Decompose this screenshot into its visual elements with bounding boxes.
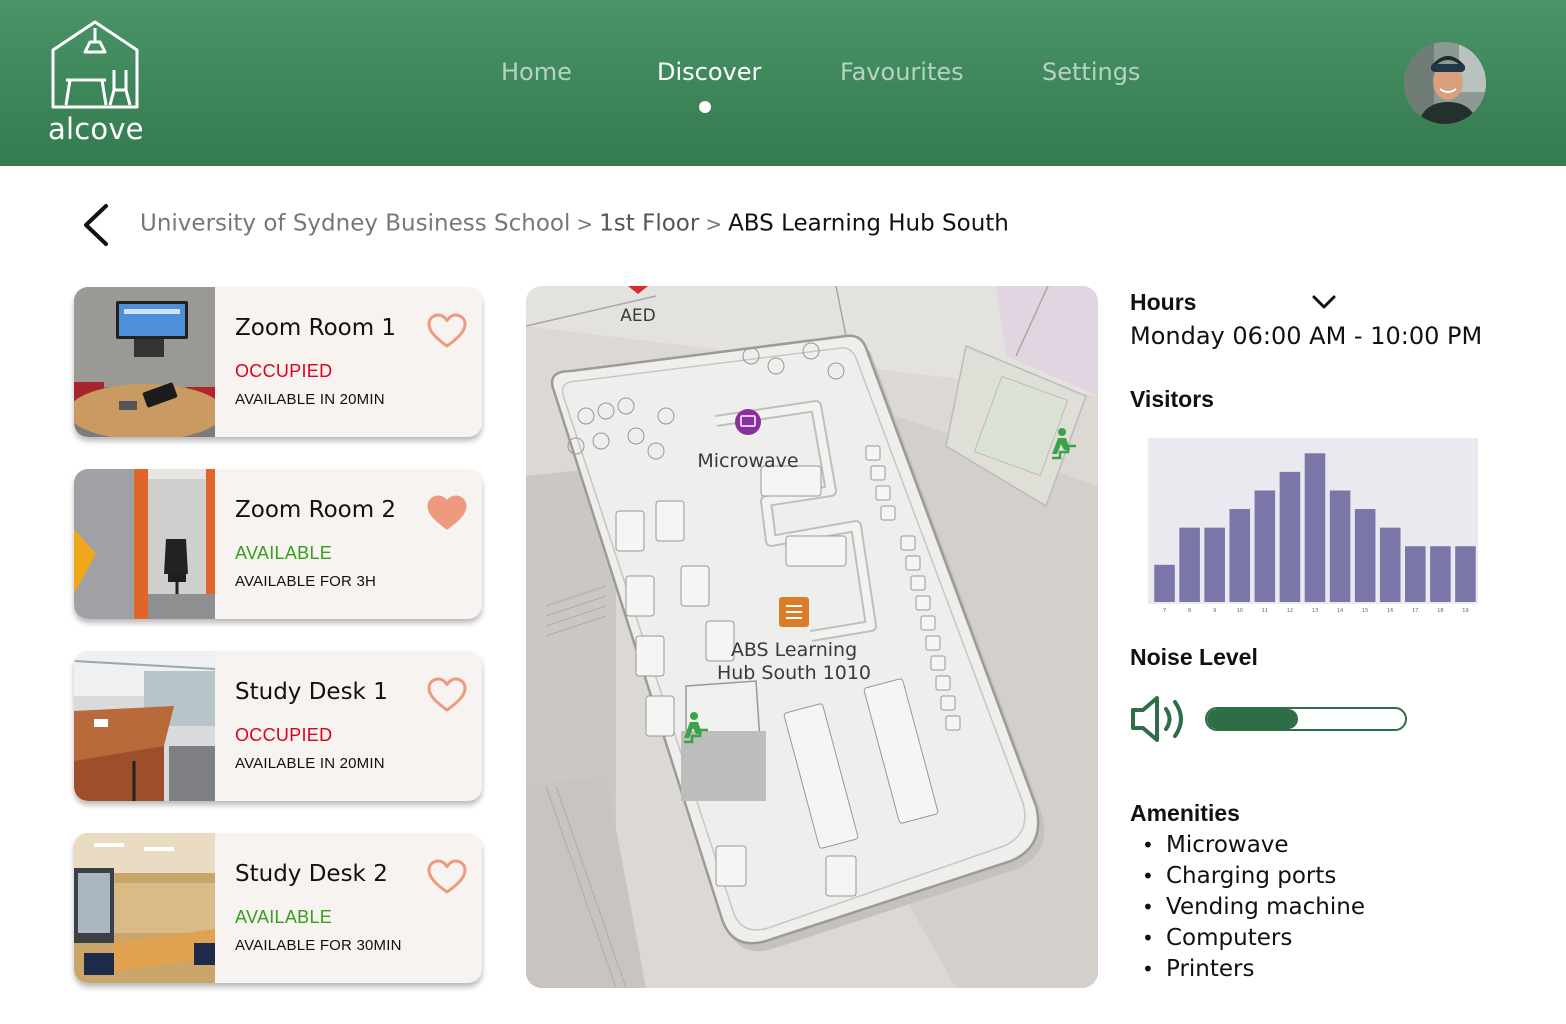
app-name: alcove — [48, 112, 144, 146]
chart-x-tick: 16 — [1387, 608, 1393, 614]
chart-bar — [1279, 471, 1301, 602]
favourite-heart-filled-icon[interactable] — [427, 495, 467, 531]
space-title: Zoom Room 2 — [235, 497, 397, 523]
nav-discover[interactable]: Discover — [657, 58, 761, 86]
space-title: Study Desk 2 — [235, 861, 388, 887]
chart-x-tick: 12 — [1287, 608, 1293, 614]
map-label-aed: AED — [620, 306, 655, 326]
breadcrumb-building[interactable]: University of Sydney Business School — [140, 211, 570, 237]
chart-bar — [1430, 546, 1451, 602]
chart-x-tick: 13 — [1312, 608, 1318, 614]
chart-bar — [1254, 490, 1276, 602]
space-title: Zoom Room 1 — [235, 315, 397, 341]
map-label-hub-line2: Hub South 1010 — [717, 662, 871, 684]
space-status: OCCUPIED — [235, 725, 333, 745]
nav-settings[interactable]: Settings — [1042, 58, 1140, 86]
space-photo — [74, 651, 215, 801]
space-card-study-desk-1[interactable]: Study Desk 1 OCCUPIED AVAILABLE IN 20MIN — [74, 651, 482, 801]
space-availability: AVAILABLE FOR 30MIN — [235, 937, 402, 954]
amenity-item: Microwave — [1142, 830, 1365, 861]
space-card-study-desk-2[interactable]: Study Desk 2 AVAILABLE AVAILABLE FOR 30M… — [74, 833, 482, 983]
favourite-heart-icon[interactable] — [427, 677, 467, 713]
house-desk-icon — [51, 20, 139, 109]
space-status: AVAILABLE — [235, 907, 333, 927]
nav-home[interactable]: Home — [501, 58, 572, 86]
chart-bar — [1304, 453, 1326, 602]
breadcrumb-current: ABS Learning Hub South — [728, 210, 1009, 237]
space-availability: AVAILABLE FOR 3H — [235, 573, 377, 590]
amenity-item: Vending machine — [1142, 892, 1365, 923]
chart-x-tick: 7 — [1163, 608, 1166, 614]
chart-bar — [1405, 546, 1426, 602]
favourite-heart-icon[interactable] — [427, 313, 467, 349]
space-status: OCCUPIED — [235, 361, 333, 381]
chart-x-tick: 15 — [1362, 608, 1368, 614]
chevron-down-icon — [1312, 295, 1336, 309]
favourite-heart-icon[interactable] — [427, 859, 467, 895]
noise-level-fill — [1207, 709, 1299, 729]
map-label-hub-line1: ABS Learning — [731, 639, 857, 661]
space-photo — [74, 833, 215, 983]
chart-bar — [1455, 546, 1476, 602]
amenity-item: Printers — [1142, 954, 1365, 985]
visitors-bar-chart: 7 8 9 10 11 12 13 14 15 16 17 18 19 — [1148, 438, 1478, 614]
chart-bar — [1204, 527, 1225, 602]
space-card-zoom-room-2[interactable]: Zoom Room 2 AVAILABLE AVAILABLE FOR 3H — [74, 469, 482, 619]
back-button[interactable] — [78, 200, 118, 250]
chart-x-tick: 9 — [1213, 608, 1216, 614]
amenity-item: Computers — [1142, 923, 1365, 954]
chart-bar — [1379, 527, 1401, 602]
chart-x-tick: 19 — [1462, 608, 1468, 614]
speaker-icon — [1130, 694, 1192, 744]
chart-x-tick: 17 — [1412, 608, 1418, 614]
chevron-left-icon — [84, 204, 108, 246]
amenities-list: Microwave Charging ports Vending machine… — [1142, 830, 1365, 985]
space-title: Study Desk 1 — [235, 679, 388, 705]
visitors-chart: 7 8 9 10 11 12 13 14 15 16 17 18 19 — [1138, 436, 1480, 616]
hours-heading: Hours — [1130, 289, 1197, 315]
visitors-heading: Visitors — [1130, 386, 1214, 412]
chart-bar — [1154, 564, 1175, 602]
chart-bar — [1229, 509, 1251, 602]
hours-dropdown-toggle[interactable] — [1310, 290, 1338, 314]
noise-level-bar — [1205, 707, 1407, 731]
space-photo — [74, 287, 215, 437]
breadcrumb-floor[interactable]: 1st Floor — [599, 211, 699, 237]
chart-bar — [1354, 509, 1376, 602]
app-header: alcove Home Discover Favourites Settings — [0, 0, 1566, 166]
amenity-item: Charging ports — [1142, 861, 1365, 892]
chart-x-tick: 10 — [1237, 608, 1243, 614]
amenities-heading: Amenities — [1130, 800, 1240, 826]
floor-map[interactable]: AED Microwave ABS Learning Hub South 101… — [526, 286, 1098, 988]
chart-x-tick: 11 — [1262, 608, 1268, 614]
space-card-zoom-room-1[interactable]: Zoom Room 1 OCCUPIED AVAILABLE IN 20MIN — [74, 287, 482, 437]
noise-heading: Noise Level — [1130, 644, 1258, 670]
space-photo — [74, 469, 215, 619]
space-availability: AVAILABLE IN 20MIN — [235, 391, 385, 408]
map-label-microwave: Microwave — [697, 450, 798, 472]
user-avatar[interactable] — [1404, 42, 1486, 124]
breadcrumb: University of Sydney Business School >1st… — [140, 210, 1009, 237]
space-availability: AVAILABLE IN 20MIN — [235, 755, 385, 772]
chart-bar — [1179, 527, 1200, 602]
chart-x-tick: 14 — [1337, 608, 1343, 614]
nav-favourites[interactable]: Favourites — [840, 58, 964, 86]
breadcrumb-separator: > — [576, 211, 594, 236]
space-status: AVAILABLE — [235, 543, 333, 563]
chart-x-tick: 18 — [1437, 608, 1443, 614]
chart-x-tick: 8 — [1188, 608, 1191, 614]
alcove-logo[interactable]: alcove — [40, 18, 155, 153]
chart-bar — [1329, 490, 1351, 602]
hours-value: Monday 06:00 AM - 10:00 PM — [1130, 322, 1483, 350]
active-nav-indicator — [699, 101, 711, 113]
breadcrumb-separator: > — [705, 211, 723, 236]
